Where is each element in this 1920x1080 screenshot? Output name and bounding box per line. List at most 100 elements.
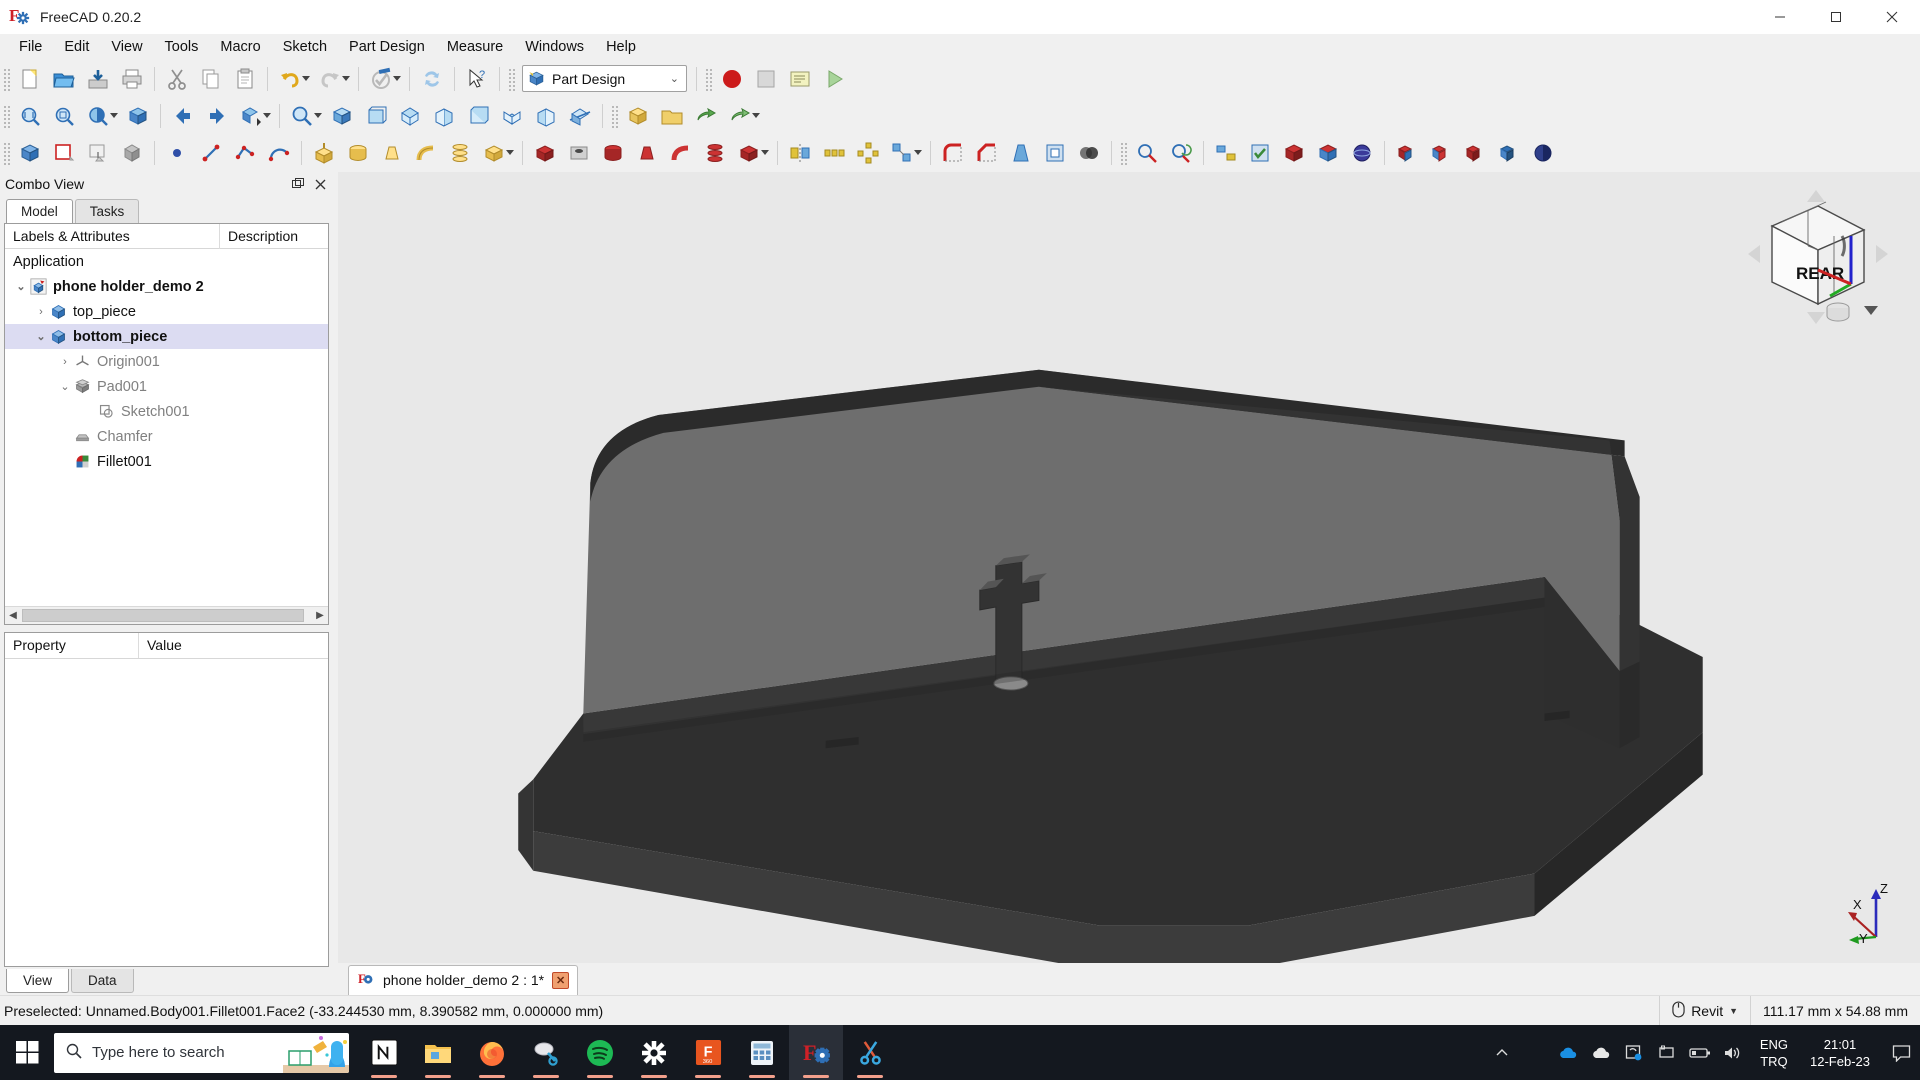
create-group-icon[interactable]: [655, 100, 689, 132]
menu-windows[interactable]: Windows: [514, 36, 595, 58]
front-view-icon[interactable]: [359, 100, 393, 132]
chevron-down-icon[interactable]: ▼: [1729, 1006, 1738, 1016]
undo-dropdown-icon[interactable]: [302, 76, 310, 81]
part-union-icon[interactable]: [1458, 137, 1492, 169]
chamfer-icon[interactable]: [970, 137, 1004, 169]
save-document-icon[interactable]: [81, 63, 115, 95]
show-hidden-icons-icon[interactable]: [1486, 1025, 1519, 1080]
link-nav-dropdown-icon[interactable]: [263, 113, 271, 118]
menu-view[interactable]: View: [100, 36, 153, 58]
sync-icon[interactable]: [1618, 1025, 1651, 1080]
measure-refresh-icon[interactable]: [1164, 137, 1198, 169]
scroll-track[interactable]: [22, 609, 311, 622]
isometric-view-icon[interactable]: [325, 100, 359, 132]
scroll-left-icon[interactable]: ◀: [5, 608, 21, 624]
onedrive-blue-icon[interactable]: [1552, 1025, 1585, 1080]
windows-start-icon[interactable]: [0, 1025, 54, 1080]
scroll-thumb[interactable]: [22, 609, 304, 622]
taskbar-app-settings[interactable]: [627, 1025, 681, 1080]
taskbar-app-spotify[interactable]: [573, 1025, 627, 1080]
whats-this-icon[interactable]: ?: [460, 63, 494, 95]
cut-icon[interactable]: [160, 63, 194, 95]
taskbar-app-freecad[interactable]: F: [789, 1025, 843, 1080]
section-view-icon[interactable]: [563, 100, 597, 132]
check-geometry-icon[interactable]: [1277, 137, 1311, 169]
document-close-icon[interactable]: ✕: [552, 971, 570, 989]
subtractive-helix-icon[interactable]: [698, 137, 732, 169]
tree-item-fillet001[interactable]: Fillet001: [5, 449, 328, 474]
tab-model[interactable]: Model: [6, 199, 73, 223]
back-arrow-icon[interactable]: [166, 100, 200, 132]
macro-stop-icon[interactable]: [749, 63, 783, 95]
tab-view[interactable]: View: [6, 969, 70, 993]
right-view-icon[interactable]: [427, 100, 461, 132]
phone-holder-model[interactable]: [338, 172, 1920, 963]
rear-view-icon[interactable]: [461, 100, 495, 132]
clock[interactable]: 21:01 12-Feb-23: [1798, 1036, 1882, 1070]
link-actions-dropdown-icon[interactable]: [752, 113, 760, 118]
zoom-dropdown-icon[interactable]: [314, 113, 322, 118]
tree-item-bottom-piece[interactable]: ⌄ bottom_piece: [5, 324, 328, 349]
validate-icon[interactable]: [1243, 137, 1277, 169]
defeaturing-icon[interactable]: [1311, 137, 1345, 169]
battery-icon[interactable]: [1684, 1025, 1717, 1080]
taskbar-app-file-explorer[interactable]: [411, 1025, 465, 1080]
tree-horizontal-scrollbar[interactable]: ◀ ▶: [5, 606, 328, 624]
additive-primitive-dropdown-icon[interactable]: [506, 150, 514, 155]
top-view-icon[interactable]: [393, 100, 427, 132]
toggle-visibility-icon[interactable]: [1209, 137, 1243, 169]
subtractive-primitive-dropdown-icon[interactable]: [761, 150, 769, 155]
new-document-icon[interactable]: [13, 63, 47, 95]
create-part-icon[interactable]: [621, 100, 655, 132]
close-icon[interactable]: [311, 175, 329, 193]
additive-pipe-icon[interactable]: [409, 137, 443, 169]
redo-dropdown-icon[interactable]: [342, 76, 350, 81]
menu-edit[interactable]: Edit: [53, 36, 100, 58]
language-indicator[interactable]: ENG TRQ: [1750, 1036, 1798, 1070]
part-intersect-icon[interactable]: [1492, 137, 1526, 169]
measure-toolbar-grip[interactable]: [1119, 140, 1127, 165]
menu-tools[interactable]: Tools: [154, 36, 210, 58]
taskbar-app-calculator[interactable]: [735, 1025, 789, 1080]
taskbar-app-firefox[interactable]: [465, 1025, 519, 1080]
linear-pattern-icon[interactable]: [817, 137, 851, 169]
create-body-icon[interactable]: [13, 137, 47, 169]
camera-icon[interactable]: [1519, 1025, 1552, 1080]
partdesign-toolbar-grip[interactable]: [2, 140, 10, 165]
hole-icon[interactable]: [562, 137, 596, 169]
revolution-icon[interactable]: [341, 137, 375, 169]
menu-sketch[interactable]: Sketch: [272, 36, 338, 58]
display-icon[interactable]: [1651, 1025, 1684, 1080]
measure-icon[interactable]: [1130, 137, 1164, 169]
make-link-icon[interactable]: [689, 100, 723, 132]
create-line-icon[interactable]: [194, 137, 228, 169]
chevron-down-icon[interactable]: ⌄: [33, 330, 49, 343]
map-sketch-icon[interactable]: [115, 137, 149, 169]
draw-style-dropdown-icon[interactable]: [110, 113, 118, 118]
menu-file[interactable]: File: [8, 36, 53, 58]
macro-execute-icon[interactable]: [817, 63, 851, 95]
tab-tasks[interactable]: Tasks: [74, 199, 140, 223]
scroll-right-icon[interactable]: ▶: [312, 608, 328, 624]
open-document-icon[interactable]: [47, 63, 81, 95]
search-input[interactable]: Type here to search: [54, 1032, 349, 1073]
part-sphere-icon[interactable]: [1526, 137, 1560, 169]
taskbar-app-fusion360[interactable]: F 360: [681, 1025, 735, 1080]
draft-icon[interactable]: [1004, 137, 1038, 169]
notification-icon[interactable]: [1882, 1025, 1920, 1080]
groove-icon[interactable]: [596, 137, 630, 169]
mirrored-icon[interactable]: [783, 137, 817, 169]
polar-pattern-icon[interactable]: [851, 137, 885, 169]
tree-item-application[interactable]: Application: [5, 249, 328, 274]
pocket-icon[interactable]: [528, 137, 562, 169]
scale-icon[interactable]: [1345, 137, 1379, 169]
thickness-icon[interactable]: [1038, 137, 1072, 169]
onedrive-white-icon[interactable]: [1585, 1025, 1618, 1080]
chevron-right-icon[interactable]: ›: [57, 356, 73, 368]
volume-icon[interactable]: [1717, 1025, 1750, 1080]
toolbar-grip[interactable]: [2, 66, 10, 91]
forward-arrow-icon[interactable]: [200, 100, 234, 132]
left-view-icon[interactable]: [529, 100, 563, 132]
print-icon[interactable]: [115, 63, 149, 95]
additive-helix-icon[interactable]: [443, 137, 477, 169]
